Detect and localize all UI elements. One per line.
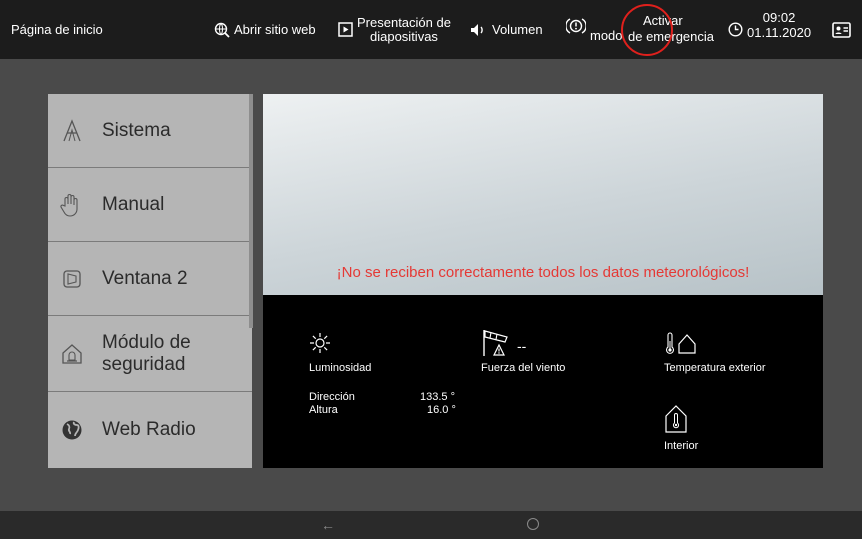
- indoor-label: Interior: [664, 440, 699, 452]
- open-website-label: Abrir sitio web: [234, 22, 316, 37]
- sidebar-item-label: Manual: [102, 193, 165, 215]
- slideshow-button[interactable]: Presentación de diapositivas: [338, 0, 451, 59]
- slideshow-label-line1: Presentación de: [357, 14, 451, 30]
- highlight-circle: [621, 4, 673, 56]
- speaker-icon: [471, 23, 483, 36]
- top-bar: Página de inicio Abrir sitio web Present…: [0, 0, 862, 59]
- direction-label: Dirección: [309, 391, 355, 403]
- wind-value: --: [517, 338, 527, 354]
- sidebar-item-label-line2: seguridad: [102, 353, 186, 375]
- windsock-warning-icon: [483, 330, 508, 356]
- home-circle-icon[interactable]: [527, 518, 539, 530]
- security-house-icon: [52, 343, 92, 365]
- height-label: Altura: [309, 404, 338, 416]
- window-icon: [52, 269, 92, 289]
- direction-value: 133.5 °: [420, 391, 455, 403]
- clock: 09:02 01.11.2020: [728, 10, 811, 40]
- brightness-label: Luminosidad: [309, 362, 372, 374]
- height-value: 16.0 °: [427, 404, 456, 416]
- back-arrow-icon[interactable]: ←: [321, 517, 335, 533]
- sun-icon: [310, 333, 330, 353]
- volume-label: Volumen: [492, 22, 543, 37]
- volume-button[interactable]: Volumen: [470, 0, 543, 59]
- system-a-icon: [52, 118, 92, 143]
- emergency-label-line2a: modo: [590, 28, 623, 43]
- sidebar-scrollbar[interactable]: [249, 94, 253, 328]
- slideshow-label-line2: diapositivas: [370, 28, 438, 44]
- hand-icon: [52, 192, 92, 218]
- slideshow-label: Presentación de diapositivas: [357, 14, 451, 44]
- weather-panel: ¡No se reciben correctamente todos los d…: [263, 94, 823, 468]
- globe-search-icon: [214, 22, 230, 38]
- clock-time: 09:02: [762, 10, 796, 25]
- system-nav-bar: ←: [0, 511, 862, 539]
- open-website-button[interactable]: Abrir sitio web: [214, 0, 316, 59]
- sidebar: Sistema Manual Ventana 2 Módulo de segur…: [48, 94, 252, 468]
- sidebar-item-label: Web Radio: [102, 419, 196, 440]
- indoor-thermometer-icon: [665, 405, 687, 433]
- sidebar-item-label: Módulo de seguridad: [102, 332, 191, 376]
- clock-icon: [728, 21, 743, 37]
- contact-card-button[interactable]: [832, 0, 855, 59]
- page-title[interactable]: Página de inicio: [11, 22, 103, 37]
- alert-circle-icon: [566, 17, 586, 34]
- sidebar-item-ventana-2[interactable]: Ventana 2: [48, 242, 252, 316]
- clock-date: 01.11.2020: [747, 25, 812, 40]
- sidebar-item-label: Sistema: [102, 119, 171, 141]
- play-square-icon: [338, 22, 353, 37]
- thermometer-house-icon: [665, 332, 696, 354]
- contact-card-icon: [832, 21, 851, 38]
- sidebar-item-sistema[interactable]: Sistema: [48, 94, 252, 168]
- sidebar-item-label-line1: Módulo de: [102, 331, 191, 353]
- sidebar-item-web-radio[interactable]: Web Radio: [48, 392, 252, 468]
- wind-label: Fuerza del viento: [481, 362, 566, 374]
- sidebar-item-label: Ventana 2: [102, 267, 188, 289]
- sidebar-item-modulo-seguridad[interactable]: Módulo de seguridad: [48, 316, 252, 392]
- weather-warning: ¡No se reciben correctamente todos los d…: [336, 264, 750, 281]
- outdoor-temp-label: Temperatura exterior: [664, 362, 766, 374]
- sidebar-item-manual[interactable]: Manual: [48, 168, 252, 242]
- globe-icon: [52, 419, 92, 441]
